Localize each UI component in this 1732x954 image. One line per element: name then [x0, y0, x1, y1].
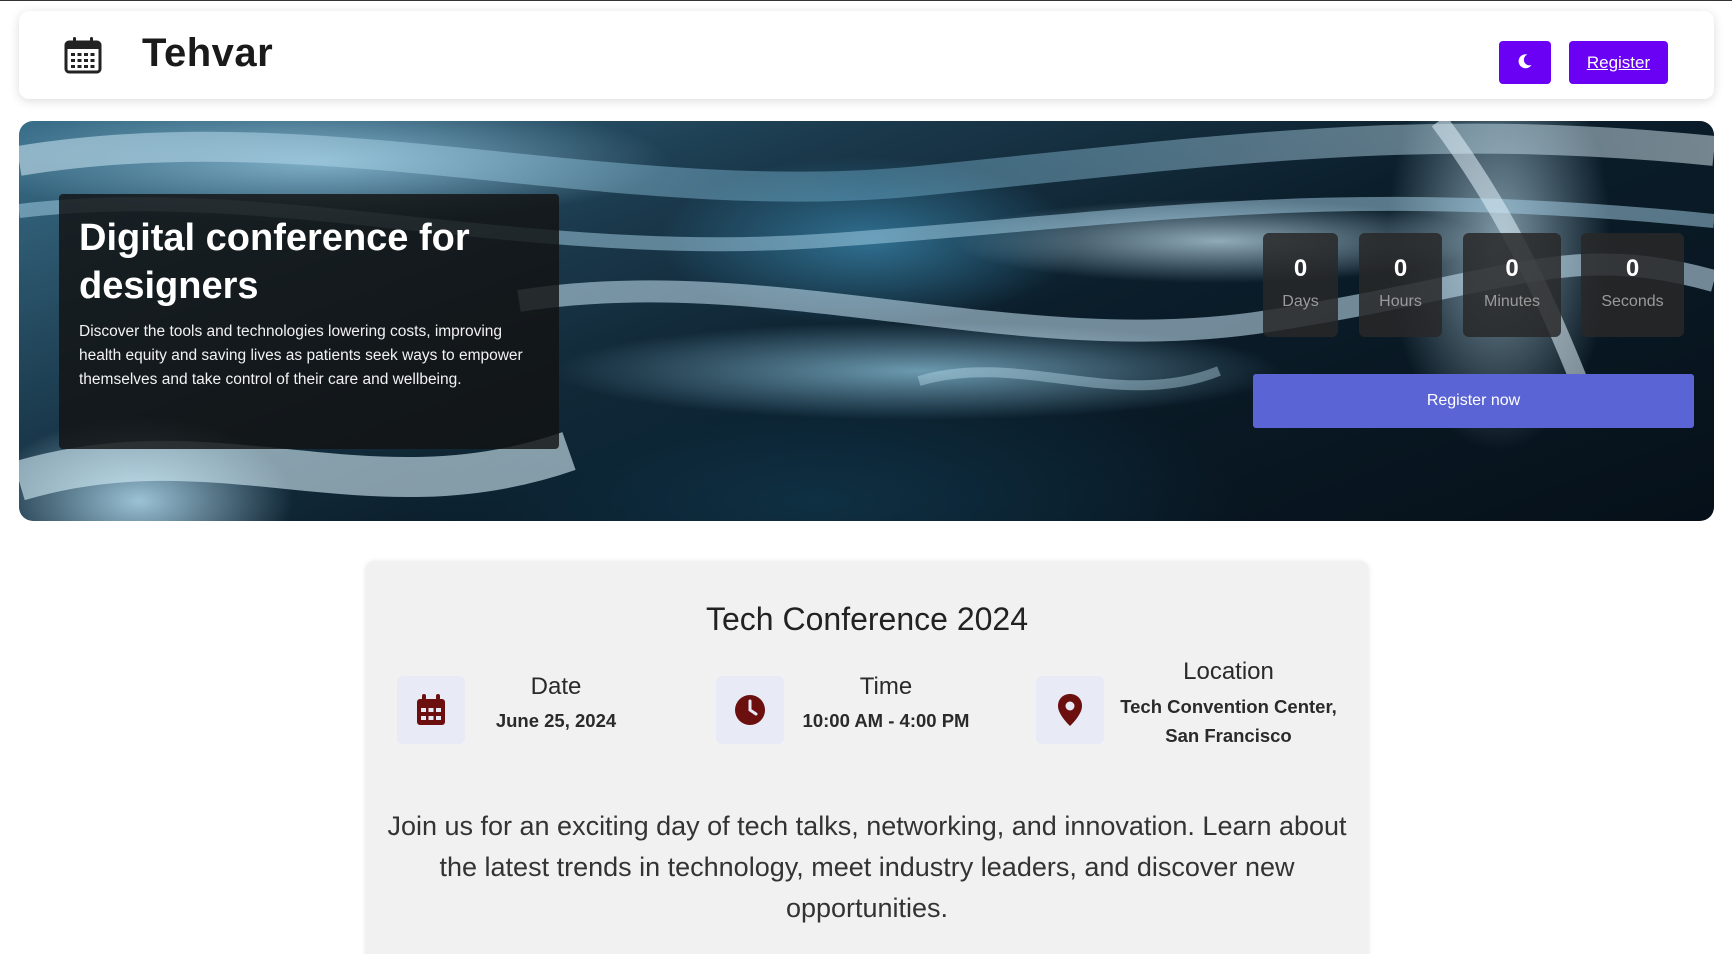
- time-heading: Time: [859, 673, 913, 700]
- moon-icon: [1517, 53, 1533, 72]
- countdown-hours: 0 Hours: [1359, 233, 1442, 337]
- hero-title: Digital conference for designers: [79, 217, 470, 307]
- top-border: [0, 0, 1732, 1]
- countdown-label: Days: [1282, 293, 1319, 310]
- brand-name[interactable]: Tehvar: [142, 31, 273, 76]
- hero-description: Discover the tools and technologies lowe…: [79, 323, 523, 388]
- event-title: Tech Conference 2024: [706, 601, 1028, 637]
- clock-icon: [716, 676, 784, 744]
- location-value-line1: Tech Convention Center,: [1120, 696, 1337, 717]
- countdown-value: 0: [1393, 255, 1408, 282]
- hero-banner: Digital conference for designers Discove…: [19, 121, 1714, 521]
- date-value: June 25, 2024: [495, 710, 617, 731]
- date-heading: Date: [530, 673, 582, 700]
- calendar-icon: [63, 35, 103, 75]
- register-button[interactable]: Register: [1569, 41, 1668, 84]
- countdown-value: 0: [1293, 255, 1308, 282]
- countdown-seconds: 0 Seconds: [1581, 233, 1684, 337]
- register-now-button[interactable]: Register now: [1253, 374, 1694, 428]
- countdown-label: Minutes: [1483, 293, 1541, 310]
- event-info-card: Tech Conference 2024 Date June 25, 2024 …: [366, 561, 1368, 954]
- theme-toggle-button[interactable]: [1499, 41, 1551, 84]
- location-value-line2: San Francisco: [1165, 725, 1292, 746]
- calendar-icon: [397, 676, 465, 744]
- location-heading: Location: [1183, 658, 1274, 685]
- hero-text-card: Digital conference for designers Discove…: [59, 194, 559, 449]
- site-header: Tehvar Register: [19, 11, 1714, 99]
- map-pin-icon: [1036, 676, 1104, 744]
- countdown-label: Hours: [1379, 293, 1422, 310]
- countdown-label: Seconds: [1601, 293, 1664, 310]
- event-description: Join us for an exciting day of tech talk…: [387, 811, 1347, 923]
- time-value: 10:00 AM - 4:00 PM: [802, 710, 970, 731]
- countdown-minutes: 0 Minutes: [1463, 233, 1561, 337]
- countdown-value: 0: [1625, 255, 1640, 282]
- countdown-value: 0: [1505, 255, 1519, 282]
- countdown-days: 0 Days: [1263, 233, 1338, 337]
